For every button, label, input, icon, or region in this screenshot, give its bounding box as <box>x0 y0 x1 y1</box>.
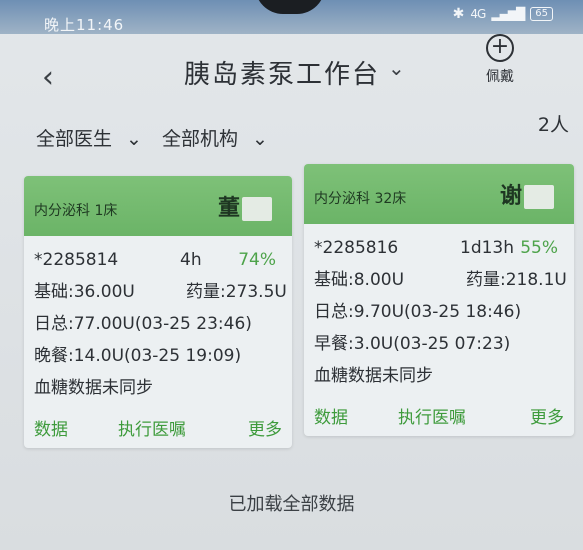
base-row: 基础:8.00U 药量:218.1U <box>314 264 567 296</box>
id-row: *2285814 4h 74% <box>34 244 282 276</box>
reservoir-percent: 74% <box>238 250 276 270</box>
base-dose: 基础:36.00U <box>34 282 135 302</box>
app-header: ‹ 胰岛素泵工作台 ⌄ + 佩戴 <box>0 34 583 114</box>
meal-bolus: 早餐:3.0U(03-25 07:23) <box>314 334 511 354</box>
card-header: 内分泌科 32床 谢 <box>304 164 574 224</box>
meal-bolus: 晚餐:14.0U(03-25 19:09) <box>34 346 242 366</box>
doctor-filter-dropdown[interactable]: 全部医生 ⌄ <box>36 128 142 150</box>
data-link[interactable]: 数据 <box>314 403 348 428</box>
wear-duration: 4h <box>180 250 202 270</box>
glucose-status: 血糖数据未同步 <box>34 378 153 398</box>
page-title[interactable]: 胰岛素泵工作台 <box>184 54 380 91</box>
load-status: 已加载全部数据 <box>228 494 355 515</box>
reservoir-percent: 55% <box>520 238 558 258</box>
chevron-left-icon[interactable]: ‹ <box>42 60 54 95</box>
base-row: 基础:36.00U 药量:273.5U <box>34 276 287 308</box>
daily-total: 日总:9.70U(03-25 18:46) <box>314 302 522 322</box>
card-header: 内分泌科 1床 董 <box>24 176 292 236</box>
more-link[interactable]: 更多 <box>530 403 564 428</box>
screen: 晚上11:46 ✱ 4G ▂▄▆█ 65 ‹ 胰岛素泵工作台 ⌄ + 佩戴 全部… <box>0 0 583 550</box>
name-redaction <box>242 197 272 221</box>
wear-duration: 1d13h <box>460 238 515 258</box>
orders-link[interactable]: 执行医嘱 <box>118 415 186 440</box>
patient-card[interactable]: 内分泌科 1床 董 *2285814 4h 74% 基础:36.00U 药量:2… <box>24 176 292 448</box>
status-time: 晚上11:46 <box>44 16 125 34</box>
card-body: *2285814 4h 74% 基础:36.00U 药量:273.5U 日总:7… <box>24 236 292 404</box>
drug-amount: 药量:273.5U <box>186 282 287 302</box>
data-link[interactable]: 数据 <box>34 415 68 440</box>
signal-bars-icon: ▂▄▆█ <box>491 7 525 21</box>
wear-label: 佩戴 <box>486 69 514 85</box>
ward-bed: 内分泌科 32床 <box>314 191 407 207</box>
patient-count: 2人 <box>537 114 569 136</box>
patient-id: *2285816 <box>314 238 399 258</box>
camera-notch <box>255 0 325 14</box>
drug-amount: 药量:218.1U <box>466 270 567 290</box>
signal-label: 4G <box>470 7 486 21</box>
ward-bed: 内分泌科 1床 <box>34 203 118 219</box>
institution-filter-dropdown[interactable]: 全部机构 ⌄ <box>162 128 268 150</box>
patient-card[interactable]: 内分泌科 32床 谢 *2285816 1d13h 55% 基础:8.00U 药… <box>304 164 574 436</box>
battery-icon: 65 <box>530 7 553 21</box>
patient-id: *2285814 <box>34 250 119 270</box>
daily-total: 日总:77.00U(03-25 23:46) <box>34 314 252 334</box>
more-link[interactable]: 更多 <box>248 415 282 440</box>
base-dose: 基础:8.00U <box>314 270 405 290</box>
id-row: *2285816 1d13h 55% <box>314 232 564 264</box>
filter-bar: 全部医生 ⌄ 全部机构 ⌄ <box>36 124 282 151</box>
patient-name-text: 董 <box>217 196 240 221</box>
orders-link[interactable]: 执行医嘱 <box>398 403 466 428</box>
status-bar: 晚上11:46 ✱ 4G ▂▄▆█ 65 <box>0 0 583 34</box>
chevron-down-icon[interactable]: ⌄ <box>388 56 405 80</box>
wear-button[interactable]: + 佩戴 <box>478 34 522 86</box>
plus-circle-icon: + <box>486 34 514 62</box>
patient-name: 董 <box>218 190 272 222</box>
bluetooth-icon: ✱ <box>452 6 465 22</box>
card-body: *2285816 1d13h 55% 基础:8.00U 药量:218.1U 日总… <box>304 224 574 392</box>
institution-filter-label: 全部机构 <box>161 128 238 150</box>
patient-name-text: 谢 <box>499 184 522 209</box>
doctor-filter-label: 全部医生 <box>36 128 113 150</box>
name-redaction <box>524 185 554 209</box>
patient-name: 谢 <box>500 178 554 210</box>
system-icons: ✱ 4G ▂▄▆█ 65 <box>453 6 553 22</box>
glucose-status: 血糖数据未同步 <box>314 366 433 386</box>
